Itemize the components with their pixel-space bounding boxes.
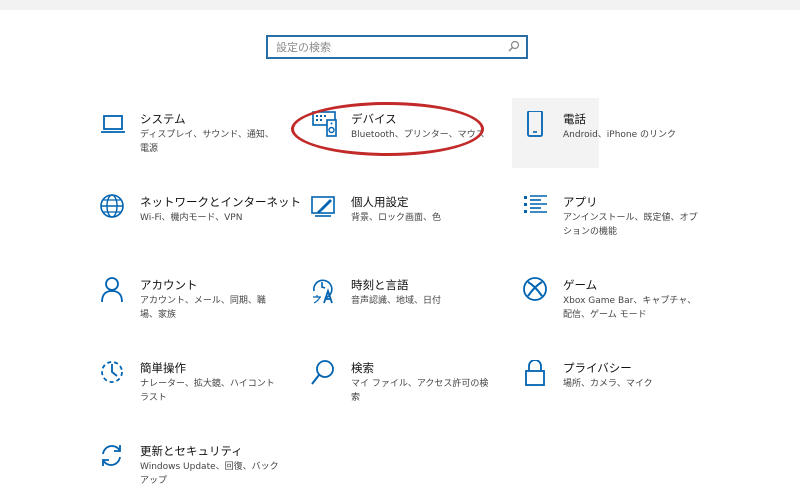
tile-title: アカウント [140, 278, 198, 292]
search-icon[interactable] [508, 40, 520, 52]
tile-description: 場所、カメラ、マイク [563, 379, 653, 389]
tile-apps[interactable]: アプリ アンインストール、既定値、オプションの機能 [523, 194, 723, 254]
tile-update-security[interactable]: 更新とセキュリティ Windows Update、回復、バックアップ [100, 443, 300, 503]
phone-icon [523, 111, 551, 139]
annotation-ellipse [291, 102, 484, 156]
tile-phone[interactable]: 電話 Android、iPhone のリンク [523, 111, 723, 171]
tile-network[interactable]: ネットワークとインターネット Wi-Fi、機内モード、VPN [100, 194, 301, 254]
tile-title: 個人用設定 [351, 195, 409, 209]
person-icon [100, 277, 128, 305]
magnifier-icon [311, 360, 339, 388]
paint-icon [311, 194, 339, 222]
tile-description: Xbox Game Bar、キャプチャ、配信、ゲーム モード [563, 296, 697, 320]
laptop-icon [100, 111, 128, 139]
tile-description: ディスプレイ、サウンド、通知、電源 [140, 130, 274, 154]
tile-title: 時刻と言語 [351, 278, 409, 292]
tile-title: システム [140, 112, 186, 126]
tile-description: Windows Update、回復、バックアップ [140, 462, 279, 486]
ease-of-access-icon [100, 360, 128, 388]
refresh-icon [100, 443, 128, 471]
tile-title: 電話 [563, 112, 586, 126]
search-input[interactable] [276, 39, 502, 55]
tile-accounts[interactable]: アカウント アカウント、メール、同期、職場、家族 [100, 277, 300, 337]
tile-description: アカウント、メール、同期、職場、家族 [140, 296, 266, 320]
tile-title: アプリ [563, 195, 598, 209]
tile-personalization[interactable]: 個人用設定 背景、ロック画面、色 [311, 194, 511, 254]
tile-title: ゲーム [563, 278, 598, 292]
tile-title: 簡単操作 [140, 361, 186, 375]
apps-list-icon [523, 194, 551, 222]
tile-privacy[interactable]: プライバシー 場所、カメラ、マイク [523, 360, 723, 420]
tile-description: Android、iPhone のリンク [563, 130, 677, 140]
lock-icon [523, 360, 551, 388]
top-band [0, 0, 800, 10]
tile-description: アンインストール、既定値、オプションの機能 [563, 213, 698, 237]
xbox-icon [523, 277, 551, 305]
tile-ease-of-access[interactable]: 簡単操作 ナレーター、拡大鏡、ハイコントラスト [100, 360, 300, 420]
tile-search[interactable]: 検索 マイ ファイル、アクセス許可の検索 [311, 360, 511, 420]
tile-description: Wi-Fi、機内モード、VPN [140, 213, 243, 223]
tile-description: 音声認識、地域、日付 [351, 296, 442, 306]
tile-system[interactable]: システム ディスプレイ、サウンド、通知、電源 [100, 111, 300, 171]
settings-search-box[interactable] [266, 35, 528, 59]
globe-icon [100, 194, 128, 222]
tile-description: 背景、ロック画面、色 [351, 213, 442, 223]
tile-description: マイ ファイル、アクセス許可の検索 [351, 379, 489, 403]
tile-description: ナレーター、拡大鏡、ハイコントラスト [140, 379, 275, 403]
tile-title: 検索 [351, 361, 374, 375]
tile-gaming[interactable]: ゲーム Xbox Game Bar、キャプチャ、配信、ゲーム モード [523, 277, 723, 337]
time-language-icon [311, 277, 339, 305]
tile-title: プライバシー [563, 361, 632, 375]
tile-title: 更新とセキュリティ [140, 444, 243, 458]
tile-title: ネットワークとインターネット [140, 195, 301, 209]
tile-time-language[interactable]: 時刻と言語 音声認識、地域、日付 [311, 277, 511, 337]
